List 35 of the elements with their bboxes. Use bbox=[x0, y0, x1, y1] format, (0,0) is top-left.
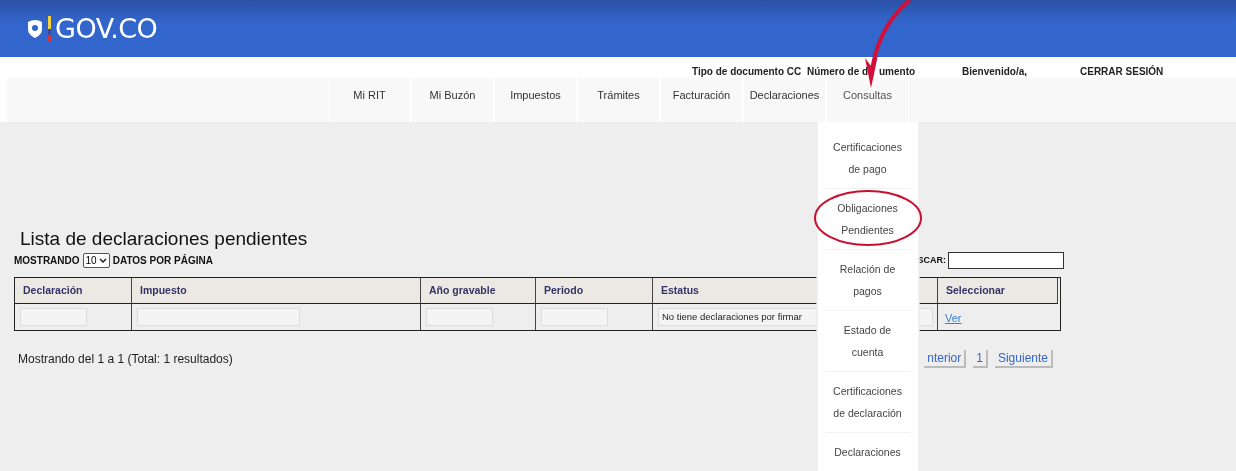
nav-item[interactable]: Declaraciones bbox=[743, 78, 826, 122]
nav-item[interactable]: Trámites bbox=[577, 78, 660, 122]
nav-item[interactable]: Impuestos bbox=[494, 78, 577, 122]
menu-item[interactable]: Certificaciones de pago bbox=[829, 136, 906, 180]
user-info-text: Bienvenido/a, bbox=[962, 65, 1028, 77]
column-header: Declaración bbox=[15, 278, 132, 304]
page-title: Lista de declaraciones pendientes bbox=[20, 227, 308, 251]
menu-item[interactable]: Obligaciones Pendientes bbox=[829, 197, 906, 241]
view-link[interactable]: Ver bbox=[943, 312, 962, 324]
logout-link[interactable]: CERRAR SESIÓN bbox=[1080, 65, 1180, 77]
user-info-text: Tipo de documento CC bbox=[692, 65, 803, 77]
results-summary: Mostrando del 1 a 1 (Total: 1 resultados) bbox=[18, 352, 233, 366]
page-size-select[interactable]: 10 bbox=[82, 252, 110, 268]
search-label: SCAR: bbox=[917, 255, 946, 265]
column-header: Impuesto bbox=[132, 278, 421, 304]
user-info-text: umento bbox=[879, 65, 917, 77]
search-field[interactable] bbox=[948, 251, 1064, 269]
column-header: Año gravable bbox=[421, 278, 536, 304]
menu-item[interactable]: Declaraciones bbox=[829, 441, 906, 463]
nav-item[interactable]: Mi Buzón bbox=[411, 78, 494, 122]
column-header: Periodo bbox=[536, 278, 653, 304]
nav-item[interactable]: Mi RIT bbox=[328, 78, 411, 122]
pagination-button[interactable]: Siguiente bbox=[994, 350, 1053, 368]
user-info-text: Número de d bbox=[807, 65, 870, 77]
pagination-button[interactable]: nterior bbox=[924, 350, 967, 368]
caret-icon bbox=[98, 257, 107, 263]
pagination-button[interactable]: 1 bbox=[973, 350, 988, 368]
menu-item[interactable]: Certificaciones de declaración bbox=[829, 380, 906, 424]
coat-of-arms-icon bbox=[26, 18, 44, 39]
nav-item[interactable]: Facturación bbox=[660, 78, 743, 122]
column-header: Seleccionar bbox=[938, 278, 1058, 304]
logo-text: GOV.CO bbox=[55, 13, 158, 44]
flag-stripe-icon bbox=[48, 15, 51, 42]
page-size-label: DATOS POR PÁGINA bbox=[112, 254, 213, 266]
page-size-label: MOSTRANDO bbox=[14, 254, 80, 266]
